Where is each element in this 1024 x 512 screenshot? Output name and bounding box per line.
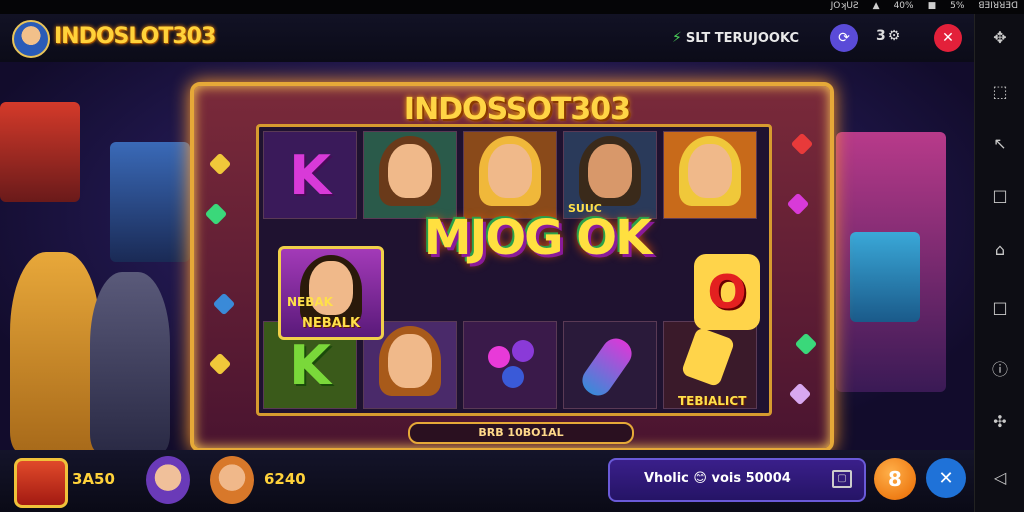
settings-count: 3 [876, 28, 886, 44]
portrait-face [388, 334, 432, 388]
symbol-portrait [363, 131, 457, 219]
slot-machine-frame: INDOSSOT303 K SUUC K NEBAK NEBALK MJOG O… [190, 82, 834, 450]
close-icon: ✕ [942, 30, 954, 46]
wild-label: NEBALK [301, 316, 361, 331]
symbol-k: K [263, 131, 357, 219]
connection-status: ⚡ SLT TERUJOOKC [672, 30, 799, 46]
wild-sub-label: NEBAK [287, 295, 333, 309]
player-figure [10, 252, 100, 450]
status-item: ꓭƎIꓤꓤƎꓷ [978, 1, 1018, 11]
portrait-face [388, 144, 432, 198]
bottle-shape [576, 333, 638, 401]
symbol-letter: K [289, 143, 331, 207]
symbol-portrait: SUUC [563, 131, 657, 219]
symbol-letter: K [289, 333, 331, 397]
close-button[interactable]: ✕ [926, 458, 966, 498]
share-icon: ⟳ [838, 30, 850, 46]
symbol-portrait [463, 131, 557, 219]
decor-gem [786, 192, 810, 216]
decor-gem [794, 332, 818, 356]
copy-icon[interactable]: ▢ [832, 470, 852, 488]
gem [488, 346, 510, 368]
wallet-text: Vholic 😊 vois 50004 [644, 471, 791, 486]
decor-gem [788, 382, 812, 406]
arcade-screen [850, 232, 920, 322]
gem [502, 366, 524, 388]
home-icon[interactable]: ⌂ [990, 240, 1010, 260]
window-icon[interactable]: □ [990, 298, 1010, 318]
top-bar: INDOSLOT303 ⚡ SLT TERUJOOKC ⟳ 3 ⚙ ✕ [0, 14, 974, 62]
side-panel: ✥ ⬚ ↖ □ ⌂ □ ⓘ ✣ ◁ [974, 14, 1024, 512]
status-item: 5% [950, 1, 965, 11]
decor-gem [790, 132, 814, 156]
symbol-bottle [563, 321, 657, 409]
decor-gem [204, 202, 228, 226]
score-value: 6240 [264, 470, 306, 488]
battery-icon: ■ [927, 1, 937, 11]
system-status-bar: JOʞUƧ ▲ 40% ■ 5% ꓭƎIꓤꓤƎꓷ [0, 0, 1024, 14]
square-icon[interactable]: □ [990, 186, 1010, 206]
logo-avatar[interactable] [12, 20, 50, 58]
back-icon[interactable]: ◁ [990, 468, 1010, 488]
coin-balance: 3A50 [72, 470, 115, 488]
signal-icon: ⚡ [672, 30, 682, 46]
arrow-icon[interactable]: ↖ [990, 134, 1010, 154]
portrait-face [688, 144, 732, 198]
decor-gem [212, 292, 236, 316]
decor-gem [208, 352, 232, 376]
wallet-panel[interactable]: Vholic 😊 vois 50004 ▢ [608, 458, 866, 502]
player-figure [90, 272, 170, 450]
decor-gem [208, 152, 232, 176]
player-avatar[interactable] [146, 456, 190, 504]
win-banner: MJOG OK [423, 210, 653, 266]
symbol-o: O [694, 254, 760, 330]
status-item: JOʞUƧ [830, 1, 859, 11]
bonus-shape [680, 326, 736, 388]
settings-button[interactable]: 3 ⚙ [876, 28, 900, 44]
coin-button[interactable]: 8 [874, 458, 916, 500]
portrait-face [588, 144, 632, 198]
bottom-bar: 3A50 6240 Vholic 😊 vois 50004 ▢ 8 ✕ [0, 450, 974, 512]
wild-symbol: NEBAK NEBALK [278, 246, 384, 340]
game-title: INDOSSOT303 [403, 92, 631, 127]
game-scene: INDOSSOT303 K SUUC K NEBAK NEBALK MJOG O… [0, 62, 974, 450]
signal-icon: ▲ [872, 1, 880, 11]
symbol-gem-cluster [463, 321, 557, 409]
arcade-cabinet [0, 102, 80, 202]
battery-percent: 40% [893, 1, 914, 11]
gear-icon: ⚙ [887, 28, 901, 44]
share-button[interactable]: ⟳ [830, 24, 858, 52]
portrait-face [488, 144, 532, 198]
arcade-cabinet [110, 142, 190, 262]
info-icon[interactable]: ⓘ [990, 360, 1010, 380]
treasure-chest-icon[interactable] [14, 458, 68, 508]
connection-label: SLT TERUJOOKC [685, 30, 800, 46]
scatter-icon[interactable]: ✥ [990, 28, 1010, 48]
spin-status-bar: BRB 10BO1AL [408, 422, 634, 444]
exit-button[interactable]: ✕ [934, 24, 962, 52]
gem [512, 340, 534, 362]
bonus-label: TEBIALICT [678, 394, 747, 408]
frame-icon[interactable]: ⬚ [990, 82, 1010, 102]
brand-title: INDOSLOT303 [54, 24, 216, 49]
symbol-portrait [663, 131, 757, 219]
puzzle-icon[interactable]: ✣ [990, 412, 1010, 432]
player-avatar[interactable] [210, 456, 254, 504]
